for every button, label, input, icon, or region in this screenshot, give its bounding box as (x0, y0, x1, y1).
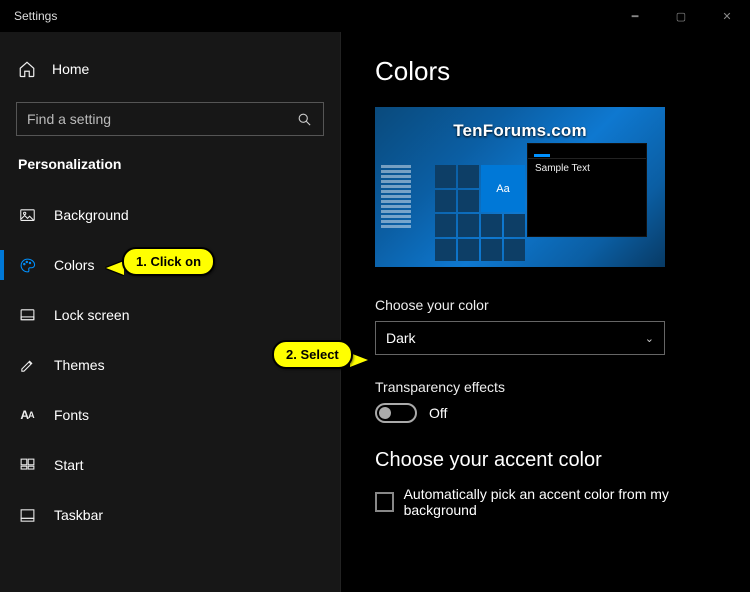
preview-window-icon: Sample Text (527, 143, 647, 237)
sidebar-item-start[interactable]: Start (0, 440, 340, 490)
sidebar-item-label: Fonts (54, 407, 89, 423)
sidebar-item-label: Background (54, 207, 129, 223)
home-nav[interactable]: Home (0, 52, 340, 96)
search-input[interactable]: Find a setting (16, 102, 324, 136)
choose-color-label: Choose your color (375, 297, 716, 313)
palette-icon (18, 256, 36, 274)
auto-accent-checkbox[interactable] (375, 492, 394, 512)
chevron-down-icon: ⌄ (645, 332, 654, 345)
sidebar-item-taskbar[interactable]: Taskbar (0, 490, 340, 540)
sidebar: Home Find a setting Personalization Back… (0, 32, 340, 592)
taskbar-icon (18, 506, 36, 524)
titlebar: Settings ━ ▢ ✕ (0, 0, 750, 32)
auto-accent-label: Automatically pick an accent color from … (404, 486, 716, 518)
sidebar-item-background[interactable]: Background (0, 190, 340, 240)
sidebar-item-label: Themes (54, 357, 105, 373)
preview-sample-text: Sample Text (528, 159, 646, 178)
section-heading: Personalization (0, 150, 340, 190)
main-content: Colors TenForums.com Aa Sample Text Choo… (340, 32, 750, 592)
search-icon (295, 110, 313, 128)
lockscreen-icon (18, 306, 36, 324)
transparency-label: Transparency effects (375, 379, 716, 395)
page-title: Colors (375, 56, 716, 87)
maximize-button[interactable]: ▢ (658, 0, 704, 32)
sidebar-item-label: Colors (54, 257, 94, 273)
close-button[interactable]: ✕ (704, 0, 750, 32)
callout-2: 2. Select (272, 340, 353, 369)
color-mode-value: Dark (386, 330, 416, 346)
callout-1: 1. Click on (122, 247, 215, 276)
minimize-button[interactable]: ━ (612, 0, 658, 32)
sidebar-item-label: Taskbar (54, 507, 103, 523)
fonts-icon: AA (18, 406, 36, 424)
transparency-toggle[interactable] (375, 403, 417, 423)
search-placeholder: Find a setting (27, 111, 111, 127)
preview-taskbar-icon (381, 165, 431, 261)
sidebar-item-lockscreen[interactable]: Lock screen (0, 290, 340, 340)
transparency-state: Off (429, 405, 447, 421)
color-mode-select[interactable]: Dark ⌄ (375, 321, 665, 355)
accent-heading: Choose your accent color (375, 449, 716, 472)
themes-icon (18, 356, 36, 374)
window-title: Settings (14, 9, 57, 23)
home-label: Home (52, 61, 89, 77)
preview-tiles-icon: Aa (435, 165, 525, 261)
color-preview: TenForums.com Aa Sample Text (375, 107, 665, 267)
sidebar-item-label: Start (54, 457, 84, 473)
start-icon (18, 456, 36, 474)
picture-icon (18, 206, 36, 224)
watermark-text: TenForums.com (375, 121, 665, 141)
home-icon (18, 60, 36, 78)
sidebar-item-fonts[interactable]: AA Fonts (0, 390, 340, 440)
sidebar-item-label: Lock screen (54, 307, 129, 323)
